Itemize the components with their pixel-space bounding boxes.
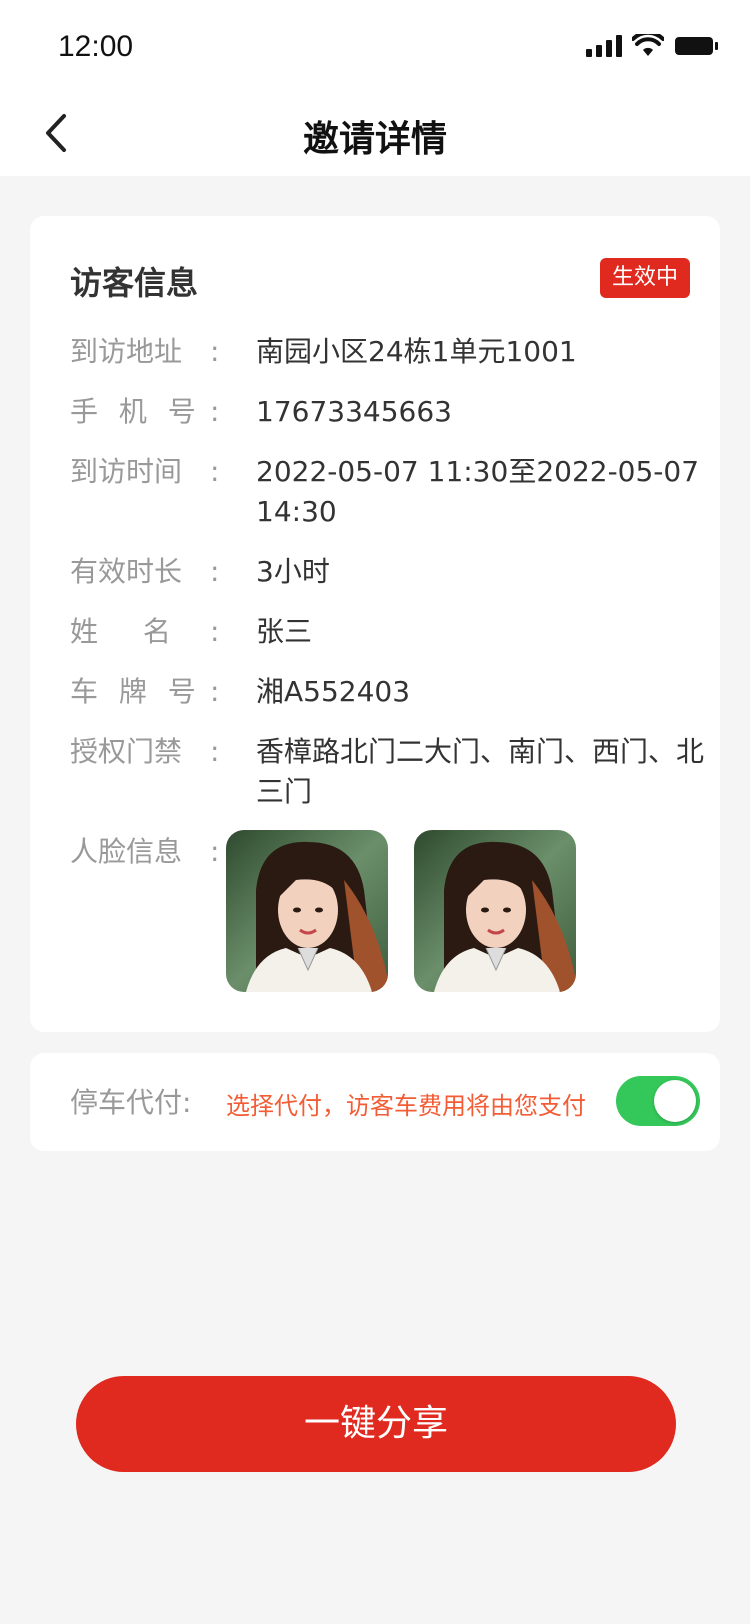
- phone-colon: :: [210, 395, 220, 428]
- nav-bar: 邀请详情: [0, 90, 750, 176]
- visitor-info-card: 访客信息 生效中 到访地址 : 南园小区24栋1单元1001 手 机 号 : 1…: [30, 216, 720, 1032]
- share-button[interactable]: 一键分享: [76, 1376, 676, 1472]
- visit-time-label: 到访时间: [70, 455, 183, 488]
- plate-colon: :: [210, 675, 220, 708]
- duration-colon: :: [210, 555, 220, 588]
- access-value: 香樟路北门二大门、南门、西门、北三门: [256, 735, 705, 808]
- signal-icon: [586, 35, 622, 57]
- face-label: 人脸信息: [70, 835, 183, 868]
- name-label: 姓 名: [70, 615, 189, 648]
- wifi-icon: [632, 34, 664, 56]
- status-icons: [586, 34, 720, 58]
- parking-pay-card: 停车代付: 选择代付，访客车费用将由您支付: [30, 1053, 720, 1151]
- visit-time-value: 2022-05-07 11:30至2022-05-07 14:30: [256, 455, 700, 528]
- battery-icon: [675, 37, 718, 55]
- parking-pay-colon: :: [182, 1086, 192, 1119]
- duration-label: 有效时长: [70, 555, 183, 588]
- row-visit-time: 到访时间 : 2022-05-07 11:30至2022-05-07 14:30: [70, 452, 699, 532]
- phone-value: 17673345663: [256, 395, 452, 428]
- page-title: 邀请详情: [302, 119, 447, 160]
- parking-pay-label-text: 停车代付: [70, 1086, 183, 1119]
- address-colon: :: [210, 335, 220, 368]
- face-colon: :: [210, 835, 220, 868]
- phone-label: 手 机 号: [70, 395, 202, 428]
- access-label: 授权门禁: [70, 735, 183, 768]
- face-photo[interactable]: [226, 830, 388, 992]
- status-time: 12:00: [58, 30, 134, 63]
- visit-time-colon: :: [210, 455, 220, 488]
- access-colon: :: [210, 735, 220, 768]
- status-bar: 12:00: [0, 0, 750, 90]
- parking-pay-note: 选择代付，访客车费用将由您支付: [226, 1092, 586, 1120]
- face-photo-image: [226, 830, 388, 992]
- plate-value: 湘A552403: [256, 675, 411, 708]
- row-access: 授权门禁 : 香樟路北门二大门、南门、西门、北三门: [70, 732, 704, 812]
- card-title: 访客信息: [70, 264, 199, 302]
- plate-label: 车 牌 号: [70, 675, 202, 708]
- parking-pay-label: 停车代付:: [70, 1081, 191, 1121]
- toggle-knob: [654, 1080, 696, 1122]
- face-photo-image: [414, 830, 576, 992]
- parking-pay-toggle[interactable]: [616, 1076, 700, 1126]
- name-colon: :: [210, 615, 220, 648]
- name-value: 张三: [256, 615, 313, 648]
- face-photo[interactable]: [414, 830, 576, 992]
- duration-value: 3小时: [256, 555, 330, 588]
- status-badge: 生效中: [599, 258, 690, 298]
- address-label: 到访地址: [70, 335, 183, 368]
- address-value: 南园小区24栋1单元1001: [256, 335, 577, 368]
